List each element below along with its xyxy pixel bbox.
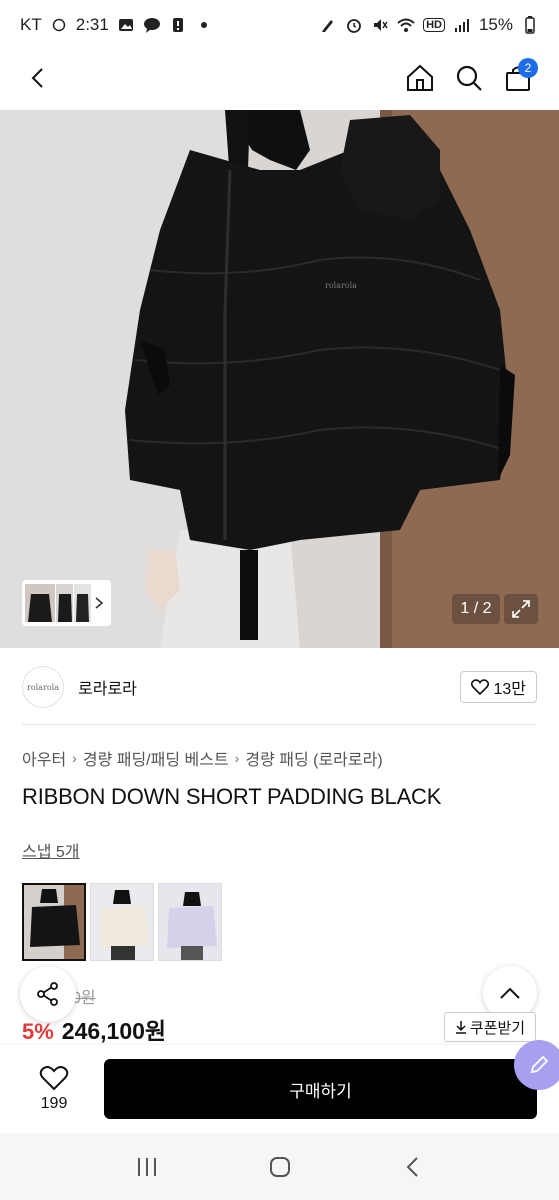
image-icon [117,16,135,34]
battery-percent: 15% [478,15,513,34]
top-nav: 2 [0,50,559,110]
color-option-lavender[interactable] [158,883,222,961]
recent-apps-button[interactable] [122,1142,172,1192]
discount-rate: 5% [22,1019,54,1044]
back-nav-button[interactable] [388,1142,438,1192]
hd-label: HD [423,18,445,32]
buy-button[interactable]: 구매하기 [104,1059,537,1119]
wishlist-button[interactable]: 199 [22,1059,86,1119]
home-button[interactable] [398,56,442,100]
product-photo: rolarola [0,110,559,648]
chevron-up-icon [500,987,520,999]
cart-button[interactable]: 2 [496,56,540,100]
pen-icon [319,16,337,34]
price-row: 5% 246,100원 [22,1012,166,1046]
system-nav-bar [0,1133,559,1200]
share-icon [37,982,58,1006]
breadcrumb: 아우터 › 경량 패딩/패딩 베스트 › 경량 패딩 (로라로라) [22,746,537,770]
wifi-icon [397,16,415,34]
gallery-thumbnail-strip[interactable] [22,580,111,626]
recent-apps-icon [137,1157,156,1176]
home-circle-icon [269,1156,290,1177]
alarm-icon [345,16,363,34]
divider [22,724,537,725]
back-chevron-icon [406,1156,418,1177]
search-button[interactable] [447,56,491,100]
carrier-label: KT [20,15,42,34]
heart-icon [39,1066,69,1091]
purchase-bar: 199 구매하기 [0,1045,559,1133]
coupon-label: 쿠폰받기 [469,1019,526,1037]
back-arrow-icon [31,68,43,88]
battery-icon [521,16,539,34]
brand-logo[interactable]: rolarola [22,666,64,708]
breadcrumb-item[interactable]: 아우터 [22,746,66,770]
sale-price: 246,100원 [61,1018,167,1044]
image-page-indicator: 1 / 2 [452,594,500,624]
brand-row: rolarola 로라로라 13만 [22,664,537,710]
coat-logo-text: rolarola [325,281,357,290]
color-option-black[interactable] [22,883,86,961]
pencil-icon [530,1055,549,1074]
coupon-download-button[interactable]: 쿠폰받기 [444,1012,536,1042]
gallery-thumbnails [25,584,91,622]
dot-icon [195,16,213,34]
brand-logo-text: rolarola [27,682,59,692]
product-title: RIBBON DOWN SHORT PADDING BLACK [22,784,442,809]
expand-image-button[interactable] [504,594,538,624]
brand-like-button[interactable]: 13만 [460,671,537,703]
wishlist-count: 199 [40,1095,68,1112]
brand-like-count: 13만 [493,681,526,698]
chat-icon [143,16,161,34]
status-bar: KT 2:31 HD 15% [0,0,559,50]
product-image-carousel[interactable]: rolarola 1 / 2 [0,110,559,648]
breadcrumb-item[interactable]: 경량 패딩 (로라로라) [245,746,382,770]
brand-name[interactable]: 로라로라 [78,675,137,699]
download-icon [455,1021,466,1034]
expand-icon [512,600,530,618]
status-time: 2:31 [75,15,109,34]
mute-icon [371,16,389,34]
home-icon [407,64,433,91]
alert-icon [169,16,187,34]
color-options [22,883,222,961]
signal-icon [453,16,471,34]
back-button[interactable] [16,56,60,100]
chevron-right-icon [95,597,104,609]
cart-count-badge: 2 [518,58,538,78]
chevron-right-icon: › [72,750,77,766]
breadcrumb-item[interactable]: 경량 패딩/패딩 베스트 [83,746,229,770]
home-nav-button[interactable] [255,1142,305,1192]
edit-floating-button[interactable] [514,1040,559,1090]
color-option-cream[interactable] [90,883,154,961]
clock-icon [50,16,68,34]
chevron-right-icon: › [234,750,240,766]
snap-link[interactable]: 스냅 5개 [22,838,80,862]
heart-icon [471,679,490,695]
search-icon [456,65,482,91]
